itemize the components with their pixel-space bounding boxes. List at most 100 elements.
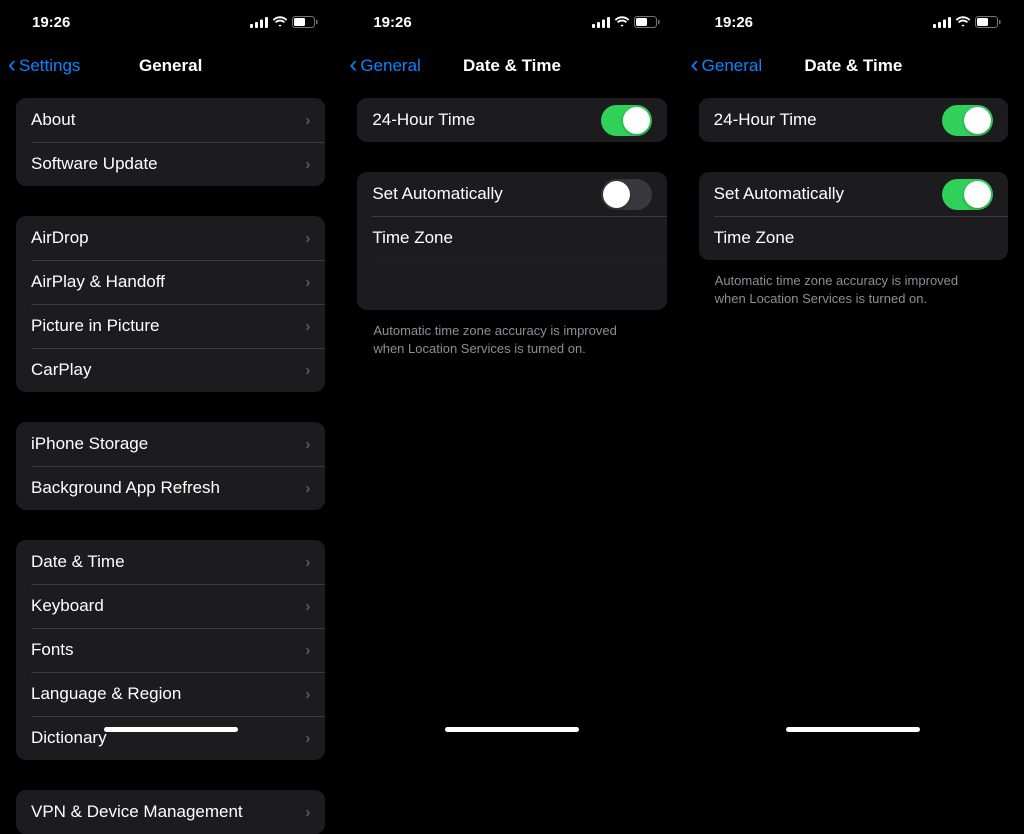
row-fonts[interactable]: Fonts ›	[16, 628, 325, 672]
row-time-zone[interactable]: Time Zone	[357, 216, 666, 260]
chevron-right-icon: ›	[305, 274, 310, 291]
row-label: AirDrop	[31, 228, 89, 248]
toggle-knob	[623, 107, 650, 134]
chevron-left-icon: ‹	[691, 53, 699, 77]
row-vpn-device-management[interactable]: VPN & Device Management›	[16, 790, 325, 834]
row-label: Background App Refresh	[31, 478, 220, 498]
cellular-icon	[592, 17, 610, 28]
chevron-right-icon: ›	[305, 686, 310, 703]
row-set-automatically: Set Automatically	[699, 172, 1008, 216]
content: 24-Hour Time Set Automatically Time Zone…	[341, 88, 682, 358]
status-bar: 19:26	[0, 0, 341, 44]
back-label: General	[360, 56, 420, 76]
row-label: About	[31, 110, 75, 130]
row-set-automatically: Set Automatically	[357, 172, 666, 216]
nav-bar: ‹ General Date & Time	[341, 44, 682, 88]
chevron-right-icon: ›	[305, 230, 310, 247]
toggle-knob	[964, 181, 991, 208]
row-date-time[interactable]: Date & Time ›	[16, 540, 325, 584]
group-vpn: VPN & Device Management›	[16, 790, 325, 834]
row-label: 24-Hour Time	[714, 110, 817, 130]
toggle-set-auto[interactable]	[942, 179, 993, 210]
row-date-picker[interactable]	[357, 260, 666, 310]
row-language-region[interactable]: Language & Region ›	[16, 672, 325, 716]
back-button[interactable]: ‹ Settings	[0, 56, 80, 77]
screen-datetime-on: 19:26 ‹ General Date & Time 24-Hour Time…	[683, 0, 1024, 739]
home-indicator[interactable]	[786, 727, 920, 732]
row-label: iPhone Storage	[31, 434, 148, 454]
row-dictionary[interactable]: Dictionary›	[16, 716, 325, 760]
home-indicator[interactable]	[104, 727, 238, 732]
status-indicators	[592, 16, 661, 28]
row-label: AirPlay & Handoff	[31, 272, 165, 292]
cellular-icon	[933, 17, 951, 28]
footer-text: Automatic time zone accuracy is improved…	[357, 316, 666, 358]
row-label: Language & Region	[31, 684, 181, 704]
nav-bar: ‹ General Date & Time	[683, 44, 1024, 88]
chevron-left-icon: ‹	[8, 53, 16, 77]
back-button[interactable]: ‹ General	[341, 56, 420, 77]
back-label: Settings	[19, 56, 80, 76]
row-background-app-refresh[interactable]: Background App Refresh ›	[16, 466, 325, 510]
row-iphone-storage[interactable]: iPhone Storage ›	[16, 422, 325, 466]
row-label: VPN & Device Management	[31, 802, 243, 822]
group-24hour: 24-Hour Time	[699, 98, 1008, 142]
cellular-icon	[250, 17, 268, 28]
chevron-right-icon: ›	[305, 362, 310, 379]
toggle-knob	[964, 107, 991, 134]
footer-text: Automatic time zone accuracy is improved…	[699, 266, 1008, 308]
group-timezone: Set Automatically Time Zone	[357, 172, 666, 310]
row-label: Date & Time	[31, 552, 125, 572]
row-airplay-handoff[interactable]: AirPlay & Handoff ›	[16, 260, 325, 304]
chevron-right-icon: ›	[305, 642, 310, 659]
wifi-icon	[614, 16, 630, 28]
row-keyboard[interactable]: Keyboard›	[16, 584, 325, 628]
battery-icon	[292, 16, 319, 28]
group-storage: iPhone Storage › Background App Refresh ›	[16, 422, 325, 510]
row-24-hour-time: 24-Hour Time	[357, 98, 666, 142]
group-timezone: Set Automatically Time Zone	[699, 172, 1008, 260]
row-software-update[interactable]: Software Update›	[16, 142, 325, 186]
row-label: 24-Hour Time	[372, 110, 475, 130]
chevron-right-icon: ›	[305, 318, 310, 335]
toggle-24-hour[interactable]	[942, 105, 993, 136]
status-bar: 19:26	[341, 0, 682, 44]
row-label: Picture in Picture	[31, 316, 160, 336]
toggle-24-hour[interactable]	[601, 105, 652, 136]
toggle-set-auto[interactable]	[601, 179, 652, 210]
battery-icon	[634, 16, 661, 28]
row-label: Dictionary	[31, 728, 107, 748]
nav-bar: ‹ Settings General	[0, 44, 341, 88]
row-label: Time Zone	[372, 228, 453, 248]
status-indicators	[250, 16, 319, 28]
row-label: Set Automatically	[372, 184, 502, 204]
chevron-right-icon: ›	[305, 112, 310, 129]
row-picture-in-picture[interactable]: Picture in Picture ›	[16, 304, 325, 348]
group-24hour: 24-Hour Time	[357, 98, 666, 142]
status-bar: 19:26	[683, 0, 1024, 44]
row-time-zone[interactable]: Time Zone	[699, 216, 1008, 260]
chevron-right-icon: ›	[305, 156, 310, 173]
wifi-icon	[955, 16, 971, 28]
chevron-right-icon: ›	[305, 436, 310, 453]
home-indicator[interactable]	[445, 727, 579, 732]
status-indicators	[933, 16, 1002, 28]
chevron-right-icon: ›	[305, 480, 310, 497]
row-label: Set Automatically	[714, 184, 844, 204]
back-button[interactable]: ‹ General	[683, 56, 762, 77]
chevron-left-icon: ‹	[349, 53, 357, 77]
screen-datetime-off: 19:26 ‹ General Date & Time 24-Hour Time…	[341, 0, 682, 739]
group-airdrop: AirDrop › AirPlay & Handoff › Picture in P…	[16, 216, 325, 392]
row-about[interactable]: About ›	[16, 98, 325, 142]
status-time: 19:26	[373, 14, 411, 31]
chevron-right-icon: ›	[305, 554, 310, 571]
row-24-hour-time: 24-Hour Time	[699, 98, 1008, 142]
back-label: General	[702, 56, 762, 76]
group-about: About › Software Update›	[16, 98, 325, 186]
row-label: Fonts	[31, 640, 74, 660]
status-time: 19:26	[32, 14, 70, 31]
row-airdrop[interactable]: AirDrop ›	[16, 216, 325, 260]
chevron-right-icon: ›	[305, 598, 310, 615]
row-carplay[interactable]: CarPlay›	[16, 348, 325, 392]
toggle-knob	[603, 181, 630, 208]
